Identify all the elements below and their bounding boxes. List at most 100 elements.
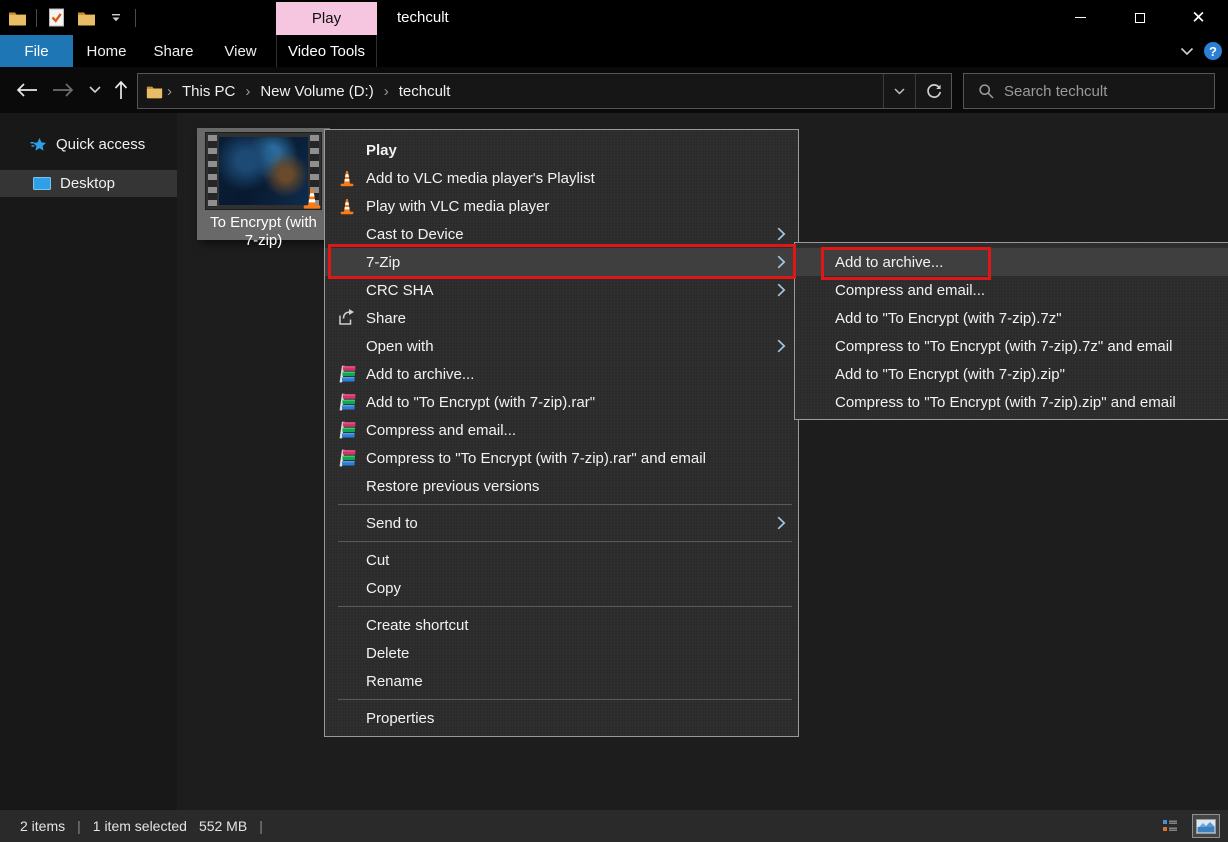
breadcrumb-chevron-icon[interactable]: › — [165, 83, 174, 100]
folder-icon[interactable] — [6, 6, 28, 30]
menu-item-label: Add to "To Encrypt (with 7-zip).zip" — [835, 366, 1065, 383]
breadcrumb-chevron-icon[interactable]: › — [243, 83, 252, 100]
customize-qat-chevron-icon[interactable] — [105, 6, 127, 30]
breadcrumb-chevron-icon[interactable]: › — [382, 83, 391, 100]
submenu-item-add-to-to-encrypt-with-7-zip-zip[interactable]: Add to "To Encrypt (with 7-zip).zip" — [795, 360, 1228, 388]
winrar-icon — [337, 392, 357, 412]
menu-item-label: Open with — [366, 338, 434, 355]
properties-check-icon[interactable] — [45, 6, 67, 30]
large-icons-view-button[interactable] — [1192, 814, 1220, 838]
close-button[interactable]: ✕ — [1169, 0, 1228, 35]
context-menu-item-delete[interactable]: Delete — [325, 639, 798, 667]
context-menu-item-play-with-vlc-media-player[interactable]: Play with VLC media player — [325, 192, 798, 220]
submenu-arrow-icon — [777, 255, 786, 273]
sidebar-item-desktop[interactable]: Desktop — [0, 170, 177, 197]
context-menu-item-add-to-vlc-media-player-s-playlist[interactable]: Add to VLC media player's Playlist — [325, 164, 798, 192]
share-icon — [337, 308, 357, 328]
menu-item-label: Cut — [366, 552, 389, 569]
menu-item-label: Share — [366, 310, 406, 327]
up-button[interactable] — [108, 67, 134, 113]
context-menu-item-7-zip[interactable]: 7-Zip — [325, 248, 798, 276]
menu-item-label: Play with VLC media player — [366, 198, 549, 215]
search-placeholder: Search techcult — [1004, 83, 1107, 100]
context-menu-item-send-to[interactable]: Send to — [325, 509, 798, 537]
breadcrumb-item-new-volume-d[interactable]: New Volume (D:) — [254, 83, 379, 100]
menu-separator — [338, 606, 792, 607]
menu-item-label: Play — [366, 142, 397, 159]
context-menu-item-compress-and-email[interactable]: Compress and email... — [325, 416, 798, 444]
context-menu-item-add-to-to-encrypt-with-7-zip-rar[interactable]: Add to "To Encrypt (with 7-zip).rar" — [325, 388, 798, 416]
context-menu-item-share[interactable]: Share — [325, 304, 798, 332]
address-bar[interactable]: ›This PC›New Volume (D:)›techcult — [137, 73, 952, 109]
context-menu-item-cut[interactable]: Cut — [325, 546, 798, 574]
maximize-icon — [1135, 13, 1145, 23]
context-menu-item-create-shortcut[interactable]: Create shortcut — [325, 611, 798, 639]
back-button[interactable] — [12, 67, 42, 113]
context-menu-item-rename[interactable]: Rename — [325, 667, 798, 695]
submenu-item-compress-to-to-encrypt-with-7-zip-7z-and[interactable]: Compress to "To Encrypt (with 7-zip).7z"… — [795, 332, 1228, 360]
tab-home[interactable]: Home — [73, 35, 140, 67]
submenu-item-add-to-to-encrypt-with-7-zip-7z[interactable]: Add to "To Encrypt (with 7-zip).7z" — [795, 304, 1228, 332]
sidebar-item-label: Quick access — [56, 136, 145, 153]
context-menu-item-add-to-archive[interactable]: Add to archive... — [325, 360, 798, 388]
file-explorer-window: Play techcult ✕ FileHomeShareView Video … — [0, 0, 1228, 842]
submenu-arrow-icon — [777, 283, 786, 301]
selection-count: 1 item selected — [93, 818, 187, 834]
vlc-icon — [337, 168, 357, 188]
submenu-item-compress-and-email[interactable]: Compress and email... — [795, 276, 1228, 304]
close-icon: ✕ — [1191, 9, 1205, 26]
address-dropdown-chevron-icon[interactable] — [883, 74, 915, 108]
menu-item-label: Compress to "To Encrypt (with 7-zip).rar… — [366, 450, 706, 467]
tab-video-tools[interactable]: Video Tools — [276, 35, 377, 67]
breadcrumb-item-this-pc[interactable]: This PC — [176, 83, 241, 100]
tab-file[interactable]: File — [0, 35, 73, 67]
context-menu-item-compress-to-to-encrypt-with-7-zip-rar-an[interactable]: Compress to "To Encrypt (with 7-zip).rar… — [325, 444, 798, 472]
menu-item-label: 7-Zip — [366, 254, 400, 271]
context-menu-item-play[interactable]: Play — [325, 136, 798, 164]
search-input[interactable]: Search techcult — [963, 73, 1215, 109]
refresh-button[interactable] — [915, 74, 951, 108]
menu-item-label: Rename — [366, 673, 423, 690]
context-menu-item-properties[interactable]: Properties — [325, 704, 798, 732]
recent-locations-chevron-icon[interactable] — [84, 67, 106, 113]
help-icon[interactable]: ? — [1204, 42, 1222, 60]
new-folder-icon[interactable] — [75, 6, 97, 30]
filmstrip-holes — [208, 135, 217, 207]
video-frame-preview — [219, 137, 308, 205]
tab-play-contextual[interactable]: Play — [276, 2, 377, 35]
minimize-button[interactable] — [1051, 0, 1110, 35]
file-item-selected[interactable]: To Encrypt (with 7-zip) — [197, 128, 330, 240]
tab-share[interactable]: Share — [140, 35, 207, 67]
selection-size: 552 MB — [187, 818, 247, 834]
desktop-monitor-icon — [32, 177, 52, 190]
submenu-arrow-icon — [777, 516, 786, 534]
7zip-submenu: Add to archive... Compress and email... Ad… — [794, 242, 1228, 420]
maximize-button[interactable] — [1110, 0, 1169, 35]
menu-item-label: Compress and email... — [835, 282, 985, 299]
context-menu-item-cast-to-device[interactable]: Cast to Device — [325, 220, 798, 248]
sidebar-item-quick-access[interactable]: Quick access — [0, 131, 177, 158]
context-menu: Play Add to VLC media player's Playlist Pl… — [324, 129, 799, 737]
submenu-item-compress-to-to-encrypt-with-7-zip-zip-an[interactable]: Compress to "To Encrypt (with 7-zip).zip… — [795, 388, 1228, 416]
tab-view[interactable]: View — [207, 35, 274, 67]
menu-item-label: Create shortcut — [366, 617, 469, 634]
menu-separator — [338, 541, 792, 542]
menu-item-label: Compress and email... — [366, 422, 516, 439]
menu-item-label: Add to "To Encrypt (with 7-zip).rar" — [366, 394, 595, 411]
submenu-item-add-to-archive[interactable]: Add to archive... — [795, 248, 1228, 276]
navigation-pane: Quick access Desktop — [0, 113, 177, 810]
file-name-label: To Encrypt (with 7-zip) — [202, 214, 326, 250]
ribbon-expand-chevron-icon[interactable] — [1180, 43, 1194, 60]
quick-access-toolbar — [6, 0, 136, 35]
navigation-toolbar: ›This PC›New Volume (D:)›techcult Search… — [0, 67, 1228, 113]
context-menu-item-crc-sha[interactable]: CRC SHA — [325, 276, 798, 304]
menu-item-label: Properties — [366, 710, 434, 727]
context-menu-item-copy[interactable]: Copy — [325, 574, 798, 602]
context-menu-item-open-with[interactable]: Open with — [325, 332, 798, 360]
forward-button[interactable] — [48, 67, 78, 113]
vlc-icon — [337, 196, 357, 216]
context-menu-item-restore-previous-versions[interactable]: Restore previous versions — [325, 472, 798, 500]
details-view-button[interactable] — [1156, 814, 1184, 838]
breadcrumb-item-techcult[interactable]: techcult — [393, 83, 457, 100]
menu-item-label: Restore previous versions — [366, 478, 539, 495]
